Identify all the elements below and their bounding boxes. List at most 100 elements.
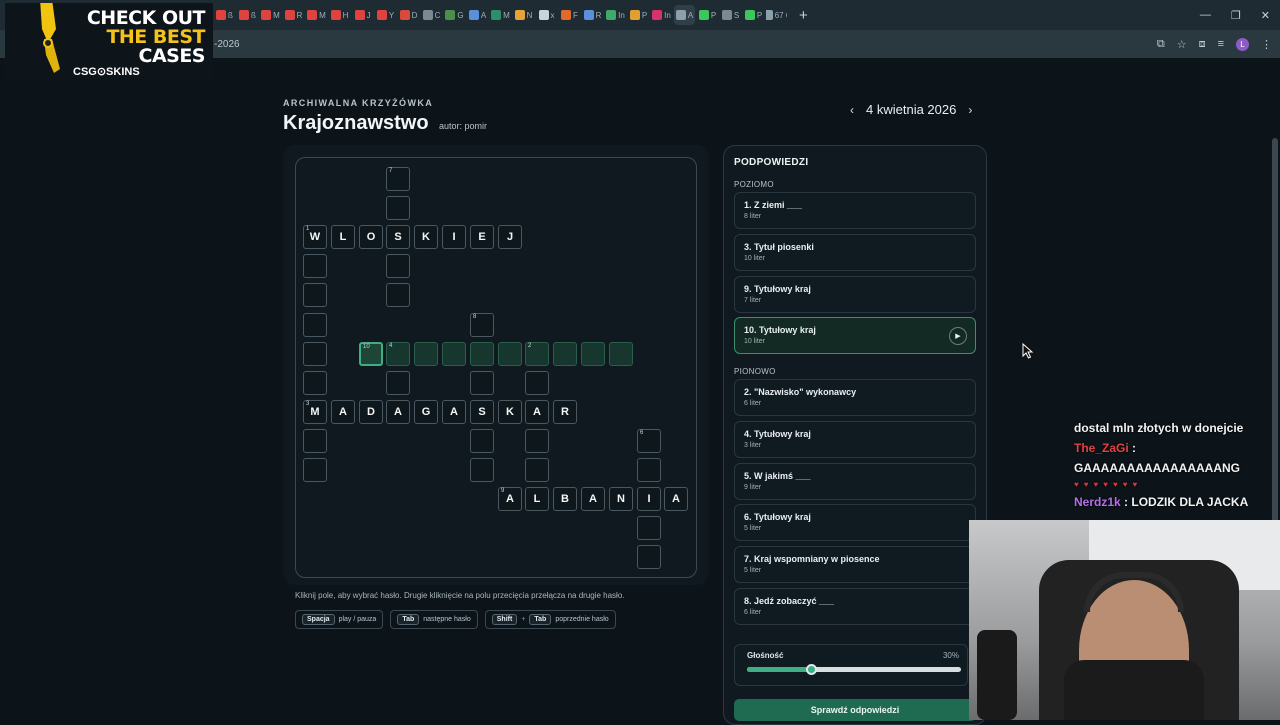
crossword-cell[interactable]: G bbox=[414, 400, 438, 424]
check-answers-button[interactable]: Sprawdź odpowiedzi bbox=[734, 699, 976, 721]
crossword-cell[interactable]: R bbox=[553, 400, 577, 424]
browser-tab[interactable]: P bbox=[697, 5, 718, 25]
clue-item[interactable]: 6. Tytułowy kraj 5 liter bbox=[734, 504, 976, 542]
browser-tab[interactable]: M bbox=[260, 5, 281, 25]
crossword-cell[interactable] bbox=[498, 342, 522, 366]
crossword-cell[interactable]: I bbox=[637, 487, 661, 511]
clue-item[interactable]: 2. "Nazwisko" wykonawcy 6 liter bbox=[734, 379, 976, 416]
crossword-cell[interactable]: 1W bbox=[303, 225, 327, 249]
browser-tab[interactable]: S bbox=[720, 5, 741, 25]
crossword-cell[interactable] bbox=[525, 458, 549, 482]
browser-tab[interactable]: P bbox=[743, 5, 764, 25]
crossword-cell[interactable]: I bbox=[442, 225, 466, 249]
crossword-cell[interactable]: S bbox=[386, 225, 410, 249]
crossword-cell[interactable] bbox=[303, 342, 327, 366]
close-icon[interactable]: ✕ bbox=[1261, 9, 1270, 22]
crossword-cell[interactable]: 2 bbox=[525, 342, 549, 366]
browser-tab[interactable]: D bbox=[398, 5, 419, 25]
crossword-cell[interactable] bbox=[386, 371, 410, 395]
crossword-cell[interactable]: 3M bbox=[303, 400, 327, 424]
crossword-cell[interactable] bbox=[386, 196, 410, 220]
clue-item[interactable]: 5. W jakimś ___ 9 liter bbox=[734, 462, 976, 500]
browser-tab[interactable]: R bbox=[582, 5, 603, 25]
crossword-cell[interactable] bbox=[637, 516, 661, 540]
crossword-cell[interactable] bbox=[470, 458, 494, 482]
crossword-cell[interactable]: 6 bbox=[637, 429, 661, 453]
crossword-cell[interactable]: J bbox=[498, 225, 522, 249]
crossword-cell[interactable] bbox=[525, 371, 549, 395]
ad-banner[interactable]: CHECK OUT THE BEST CASES CSG⊙SKINS bbox=[5, 3, 213, 81]
prev-date-icon[interactable]: ‹ bbox=[850, 103, 854, 117]
clue-item[interactable]: 9. Tytułowy kraj 7 liter bbox=[734, 275, 976, 313]
media-icon[interactable]: ≡ bbox=[1218, 38, 1224, 50]
crossword-cell[interactable] bbox=[303, 313, 327, 337]
browser-tab[interactable]: 67 6 bbox=[766, 5, 787, 25]
crossword-cell[interactable] bbox=[386, 254, 410, 278]
browser-tab[interactable]: ß bbox=[214, 5, 235, 25]
next-date-icon[interactable]: › bbox=[968, 103, 972, 117]
volume-knob[interactable] bbox=[806, 664, 818, 675]
minimize-icon[interactable]: — bbox=[1200, 9, 1211, 21]
browser-tab[interactable]: A bbox=[467, 5, 488, 25]
menu-icon[interactable]: ⋮ bbox=[1261, 38, 1272, 51]
browser-tab[interactable]: In bbox=[651, 5, 672, 25]
crossword-cell[interactable]: K bbox=[414, 225, 438, 249]
browser-tab[interactable]: J bbox=[352, 5, 373, 25]
browser-tab[interactable]: M bbox=[306, 5, 327, 25]
clue-item[interactable]: 3. Tytuł piosenki 10 liter bbox=[734, 233, 976, 271]
crossword-cell[interactable] bbox=[637, 458, 661, 482]
crossword-cell[interactable]: A bbox=[525, 400, 549, 424]
clue-item[interactable]: 4. Tytułowy kraj 3 liter bbox=[734, 420, 976, 458]
browser-tab[interactable]: In bbox=[605, 5, 626, 25]
crossword-cell[interactable] bbox=[470, 342, 494, 366]
crossword-cell[interactable]: 7 bbox=[386, 167, 410, 191]
crossword-cell[interactable]: A bbox=[664, 487, 688, 511]
crossword-cell[interactable] bbox=[303, 254, 327, 278]
crossword-cell[interactable] bbox=[637, 545, 661, 569]
browser-tab[interactable]: G bbox=[444, 5, 465, 25]
crossword-cell[interactable]: L bbox=[525, 487, 549, 511]
browser-tab[interactable]: ß bbox=[237, 5, 258, 25]
clue-item[interactable]: 8. Jedź zobaczyć ___ 6 liter bbox=[734, 588, 976, 625]
crossword-cell[interactable]: A bbox=[331, 400, 355, 424]
crossword-cell[interactable]: 9A bbox=[498, 487, 522, 511]
browser-tab[interactable]: x bbox=[536, 5, 557, 25]
crossword-cell[interactable] bbox=[386, 283, 410, 307]
crossword-cell[interactable]: A bbox=[581, 487, 605, 511]
clue-item[interactable]: 1. Z ziemi ___ 8 liter bbox=[734, 192, 976, 229]
browser-tab[interactable]: C bbox=[421, 5, 442, 25]
address-text[interactable]: -2026 bbox=[214, 39, 240, 50]
crossword-cell[interactable] bbox=[581, 342, 605, 366]
maximize-icon[interactable]: ❐ bbox=[1231, 9, 1241, 22]
browser-tab[interactable]: M bbox=[490, 5, 511, 25]
bookmark-star-icon[interactable]: ☆ bbox=[1177, 38, 1187, 51]
extensions-icon[interactable]: ⧈ bbox=[1199, 38, 1206, 51]
browser-tab[interactable]: R bbox=[283, 5, 304, 25]
crossword-cell[interactable] bbox=[303, 458, 327, 482]
browser-tab[interactable]: A bbox=[674, 5, 695, 25]
clue-item[interactable]: 10. Tytułowy kraj 10 liter ▶ bbox=[734, 317, 976, 355]
crossword-cell[interactable]: O bbox=[359, 225, 383, 249]
crossword-cell[interactable]: S bbox=[470, 400, 494, 424]
crossword-cell[interactable]: A bbox=[442, 400, 466, 424]
crossword-cell[interactable]: A bbox=[386, 400, 410, 424]
clue-item[interactable]: 7. Kraj wspomniany w piosence 5 liter bbox=[734, 546, 976, 584]
crossword-cell[interactable] bbox=[609, 342, 633, 366]
crossword-cell[interactable]: D bbox=[359, 400, 383, 424]
crossword-cell[interactable] bbox=[470, 371, 494, 395]
browser-tab[interactable]: H bbox=[329, 5, 350, 25]
profile-avatar[interactable]: L bbox=[1236, 37, 1249, 51]
crossword-cell[interactable] bbox=[470, 429, 494, 453]
crossword-cell[interactable] bbox=[414, 342, 438, 366]
crossword-cell[interactable] bbox=[303, 371, 327, 395]
browser-tab[interactable]: F bbox=[559, 5, 580, 25]
crossword-cell[interactable]: 8 bbox=[470, 313, 494, 337]
crossword-cell[interactable] bbox=[525, 429, 549, 453]
browser-tab[interactable]: P bbox=[628, 5, 649, 25]
volume-slider[interactable] bbox=[747, 664, 961, 675]
crossword-cell[interactable]: 10 bbox=[359, 342, 383, 366]
crossword-cell[interactable] bbox=[553, 342, 577, 366]
crossword-cell[interactable]: E bbox=[470, 225, 494, 249]
browser-tab[interactable]: N bbox=[513, 5, 534, 25]
browser-tab[interactable]: Y bbox=[375, 5, 396, 25]
